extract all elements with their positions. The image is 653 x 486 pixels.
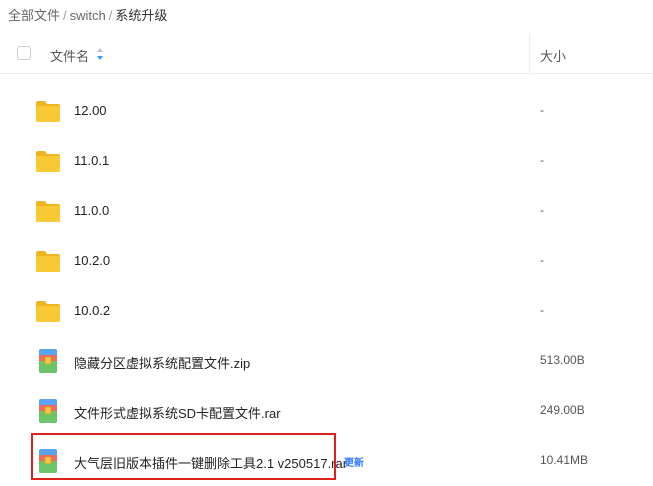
file-name[interactable]: 10.0.2 xyxy=(74,303,110,318)
file-size: 10.41MB xyxy=(540,453,589,467)
file-name[interactable]: 12.00 xyxy=(74,103,107,118)
file-row[interactable]: 11.0.1 - xyxy=(0,136,653,186)
breadcrumb-item-switch[interactable]: switch xyxy=(70,8,106,23)
breadcrumb-separator: / xyxy=(63,8,67,23)
column-divider[interactable] xyxy=(529,34,530,74)
file-name[interactable]: 隐藏分区虚拟系统配置文件.zip xyxy=(74,353,250,372)
file-name[interactable]: 文件形式虚拟系统SD卡配置文件.rar xyxy=(74,403,281,422)
file-size: - xyxy=(540,153,544,167)
breadcrumb-item-all-files[interactable]: 全部文件 xyxy=(8,8,60,23)
file-row[interactable]: 10.2.0 - xyxy=(0,236,653,286)
folder-icon xyxy=(36,101,60,122)
file-name[interactable]: 11.0.1 xyxy=(74,153,109,168)
file-size: - xyxy=(540,303,544,317)
archive-icon xyxy=(39,399,57,423)
breadcrumb: 全部文件 / switch / 系统升级 xyxy=(8,5,168,23)
file-name[interactable]: 11.0.0 xyxy=(74,203,109,218)
select-all-checkbox[interactable] xyxy=(17,46,31,60)
column-header-size[interactable]: 大小 xyxy=(540,46,566,65)
file-name[interactable]: 大气层旧版本插件一键删除工具2.1 v250517.rar xyxy=(74,453,347,472)
file-list-header: 文件名 大小 xyxy=(0,34,653,74)
archive-icon xyxy=(39,449,57,473)
column-header-name[interactable]: 文件名 xyxy=(50,46,89,65)
file-list: 12.00 - 11.0.1 - 11.0.0 - 10.2.0 - 10.0.… xyxy=(0,86,653,486)
file-row[interactable]: 文件形式虚拟系统SD卡配置文件.rar 249.00B xyxy=(0,386,653,436)
file-name[interactable]: 10.2.0 xyxy=(74,253,110,268)
file-size: 249.00B xyxy=(540,403,585,417)
archive-icon xyxy=(39,349,57,373)
breadcrumb-separator: / xyxy=(108,8,113,23)
file-row[interactable]: 10.0.2 - xyxy=(0,286,653,336)
update-badge[interactable]: 更新 xyxy=(344,454,364,469)
file-size: - xyxy=(540,253,544,267)
file-size: - xyxy=(540,103,544,117)
file-row[interactable]: 隐藏分区虚拟系统配置文件.zip 513.00B xyxy=(0,336,653,386)
folder-icon xyxy=(36,201,60,222)
folder-icon xyxy=(36,251,60,272)
breadcrumb-item-current: 系统升级 xyxy=(115,8,168,23)
folder-icon xyxy=(36,301,60,322)
folder-icon xyxy=(36,151,60,172)
file-row[interactable]: 大气层旧版本插件一键删除工具2.1 v250517.rar 更新 10.41MB xyxy=(0,436,653,486)
file-size: - xyxy=(540,203,544,217)
file-row[interactable]: 12.00 - xyxy=(0,86,653,136)
file-row[interactable]: 11.0.0 - xyxy=(0,186,653,236)
sort-icon[interactable] xyxy=(96,47,104,61)
file-size: 513.00B xyxy=(540,353,585,367)
